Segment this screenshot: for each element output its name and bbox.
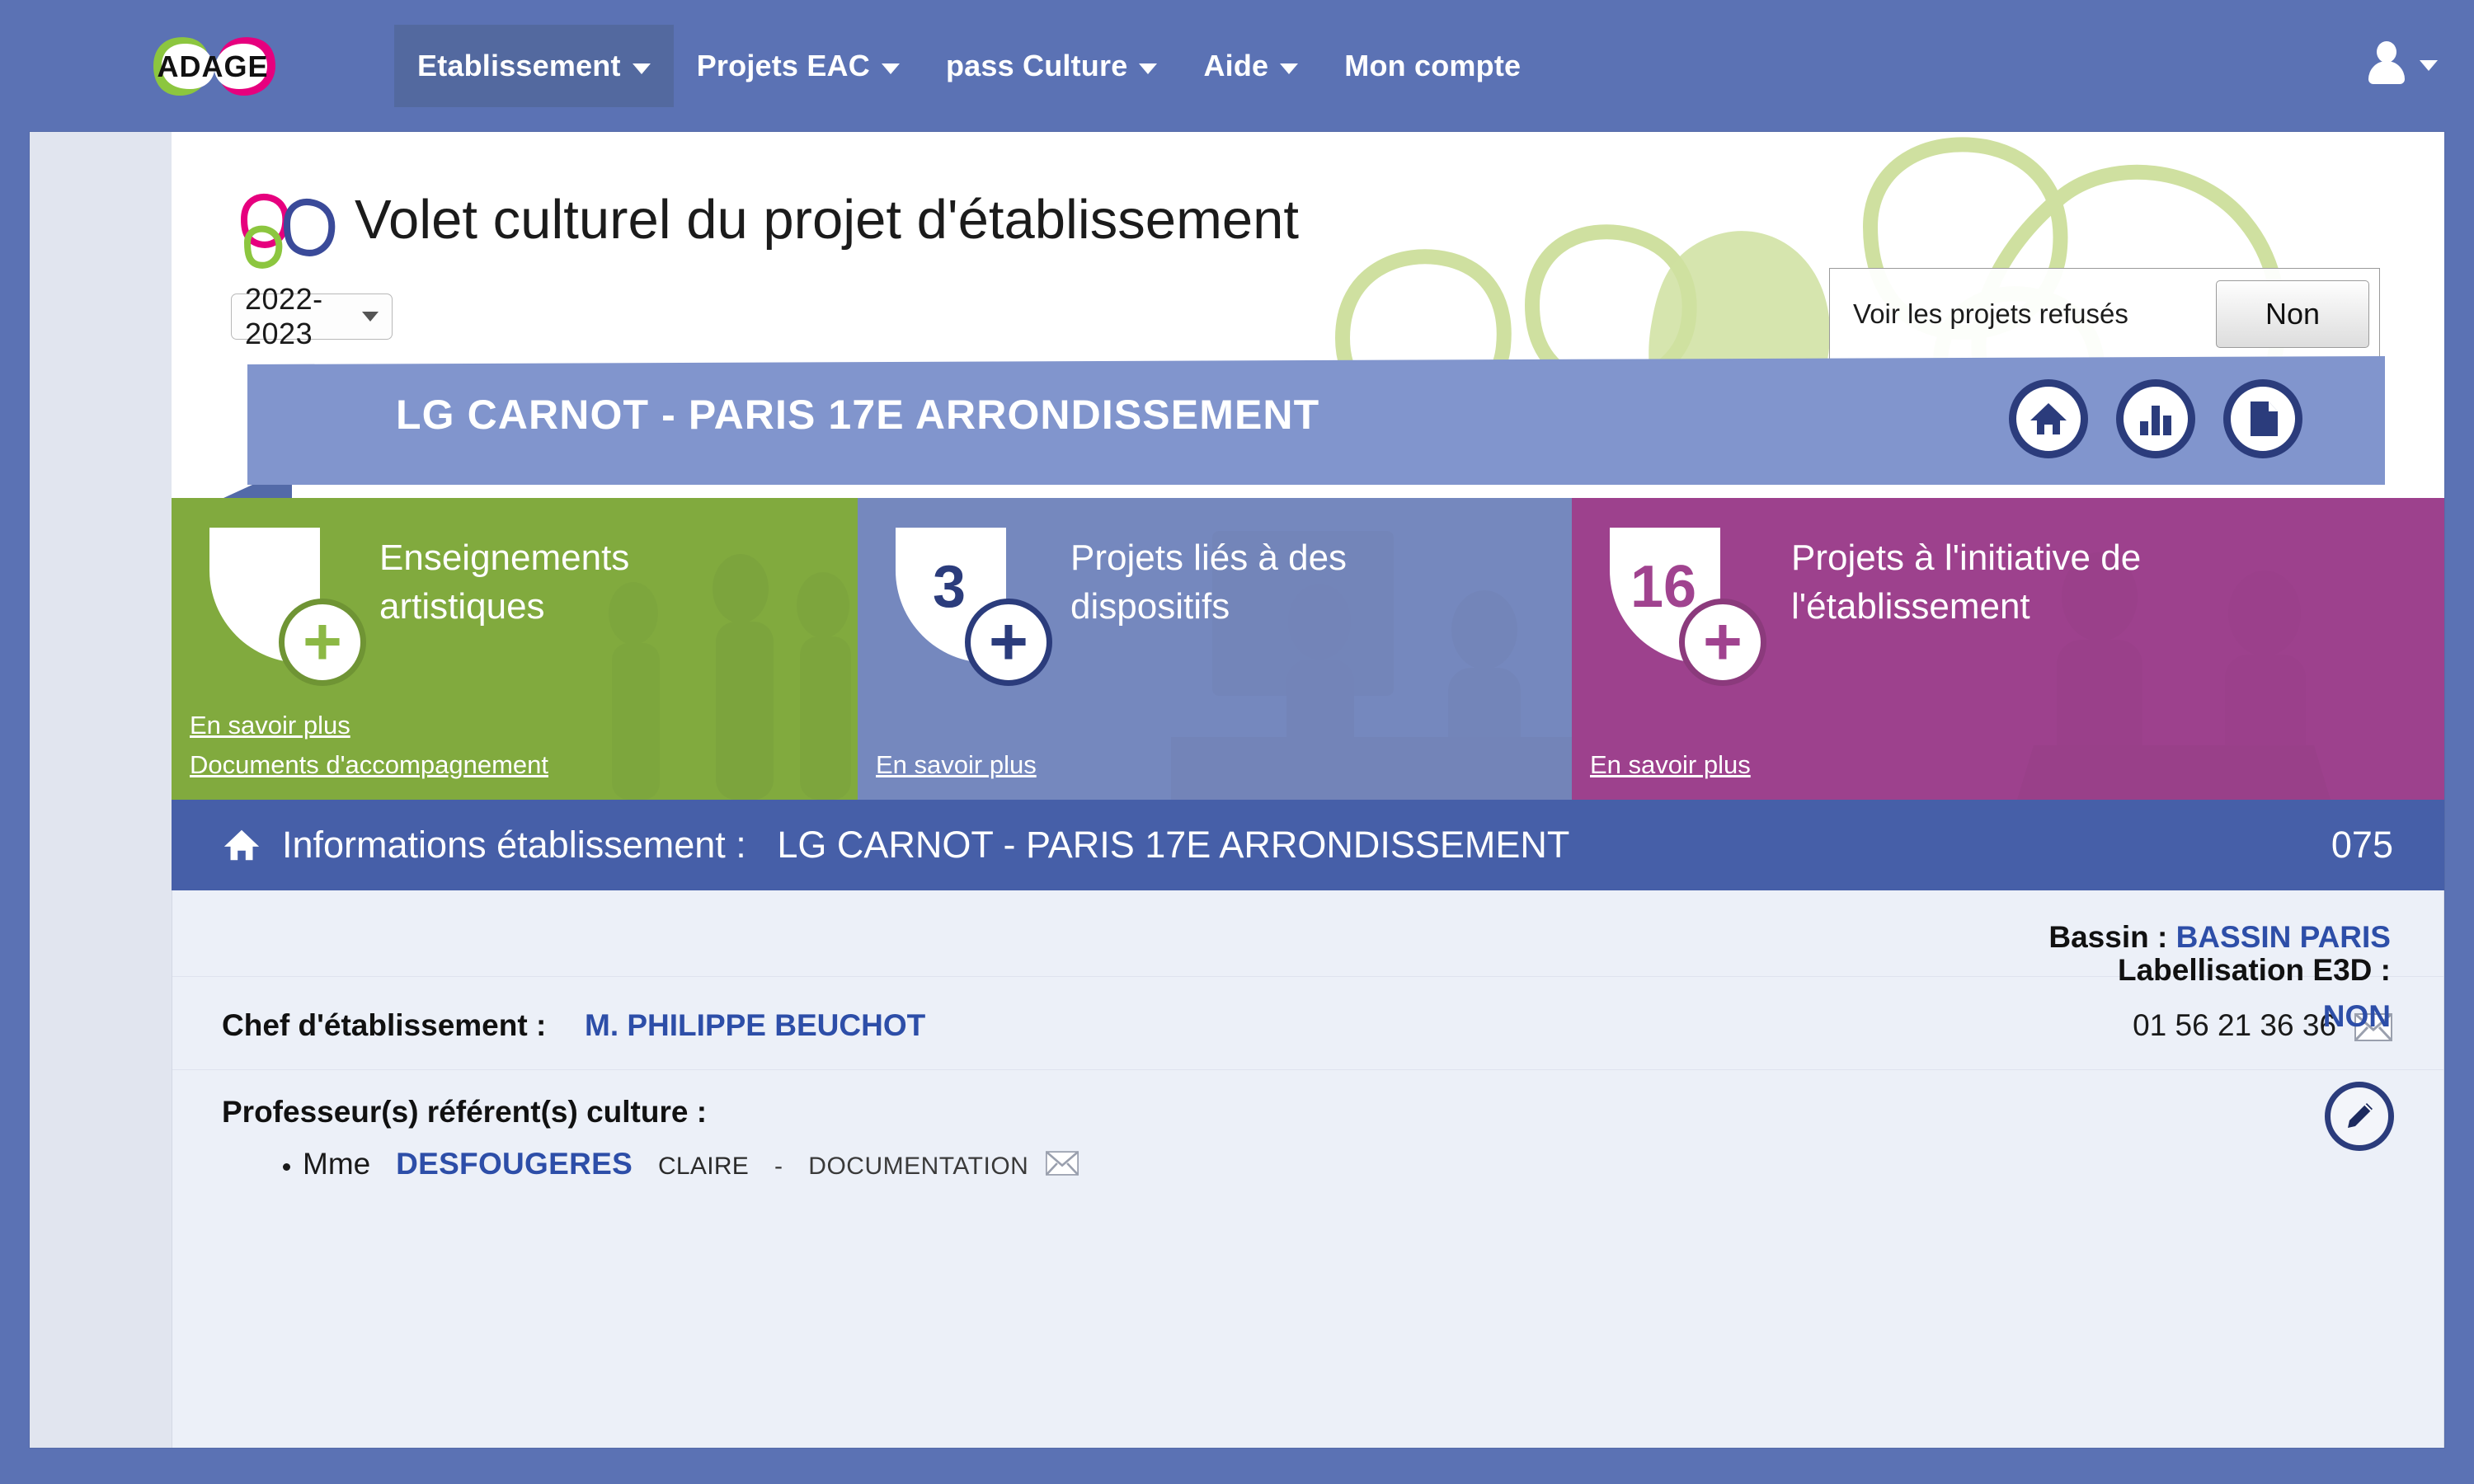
professeur-separator: - <box>774 1153 783 1180</box>
card-link-documents-accompagnement[interactable]: Documents d'accompagnement <box>190 750 548 780</box>
labellisation-e3d-label: Labellisation E3D : <box>2117 953 2391 987</box>
school-year-value: 2022-2023 <box>245 282 323 350</box>
bassin-value: BASSIN PARIS <box>2175 920 2391 954</box>
professeur-first-name: CLAIRE <box>657 1153 750 1180</box>
row-bassin: Bassin : BASSIN PARIS <box>172 890 2443 977</box>
nav-item-label: Etablissement <box>417 49 621 82</box>
page-left-gutter <box>30 132 172 1448</box>
list-item: Mme DESFOUGERES CLAIRE - DOCUMENTATION <box>303 1146 1079 1184</box>
add-enseignement-button[interactable]: + <box>279 599 366 686</box>
project-cards: + Enseignements artistiques En savoir pl… <box>172 498 2444 800</box>
establishment-info-header: Informations établissement : LG CARNOT -… <box>172 800 2444 890</box>
show-refused-projects-label: Voir les projets refusés <box>1853 298 2128 329</box>
volet-culturel-logo <box>240 194 336 269</box>
ribbon-establishment-name: LG CARNOT - PARIS 17E ARRONDISSEMENT <box>396 392 1320 438</box>
top-navigation-bar: ADAGE Etablissement Projets EAC pass Cul… <box>0 0 2474 132</box>
card-link-en-savoir-plus[interactable]: En savoir plus <box>1590 750 1751 780</box>
chevron-down-icon <box>1280 63 1299 74</box>
nav-item-aide[interactable]: Aide <box>1180 25 1321 107</box>
card-title: Projets à l'initiative de l'établissemen… <box>1791 538 2142 627</box>
professeurs-list: Mme DESFOUGERES CLAIRE - DOCUMENTATION <box>263 1146 1079 1184</box>
card-link-en-savoir-plus[interactable]: En savoir plus <box>876 750 1037 780</box>
bassin-field: Bassin : BASSIN PARIS <box>2048 920 2391 955</box>
adage-logo[interactable]: ADAGE <box>139 30 287 102</box>
nav-menu: Etablissement Projets EAC pass Culture A… <box>394 25 1544 107</box>
chef-phone: 01 56 21 36 36 <box>2133 1008 2336 1042</box>
chef-label: Chef d'établissement : <box>222 1008 547 1042</box>
card-badge: 16 + <box>1610 528 1766 686</box>
card-link-en-savoir-plus[interactable]: En savoir plus <box>190 711 548 740</box>
statistics-button[interactable] <box>2116 379 2195 458</box>
document-button[interactable] <box>2223 379 2302 458</box>
card-links: En savoir plus <box>876 750 1037 780</box>
card-badge: + <box>209 528 366 686</box>
info-bar-establishment: LG CARNOT - PARIS 17E ARRONDISSEMENT <box>777 824 1570 866</box>
nav-item-projets-eac[interactable]: Projets EAC <box>674 25 923 107</box>
bassin-label: Bassin : <box>2048 920 2168 954</box>
svg-text:ADAGE: ADAGE <box>157 49 268 83</box>
chevron-down-icon <box>362 312 379 322</box>
establishment-details-panel: Bassin : BASSIN PARIS Chef d'établisseme… <box>172 890 2444 1448</box>
show-refused-projects-panel: Voir les projets refusés Non <box>1829 268 2380 360</box>
establishment-code: 075 <box>2331 824 2393 866</box>
home-icon <box>221 824 262 866</box>
bar-chart-icon <box>2140 406 2171 435</box>
professeur-discipline: DOCUMENTATION <box>808 1153 1029 1180</box>
chevron-down-icon <box>2420 59 2438 71</box>
user-icon <box>2367 40 2406 86</box>
establishment-ribbon: LG CARNOT - PARIS 17E ARRONDISSEMENT <box>172 356 2444 503</box>
home-button[interactable] <box>2009 379 2088 458</box>
show-refused-projects-toggle[interactable]: Non <box>2216 280 2369 348</box>
chevron-down-icon <box>881 63 900 74</box>
nav-item-label: Aide <box>1203 49 1269 82</box>
info-bar-prefix: Informations établissement : <box>282 824 746 866</box>
card-enseignements-artistiques[interactable]: + Enseignements artistiques En savoir pl… <box>172 498 858 800</box>
nav-item-label: Mon compte <box>1344 49 1522 82</box>
app-screen: ADAGE Etablissement Projets EAC pass Cul… <box>0 0 2474 1484</box>
nav-item-label: Projets EAC <box>696 49 870 82</box>
card-links: En savoir plus Documents d'accompagnemen… <box>190 711 548 780</box>
chevron-down-icon <box>1139 63 1158 74</box>
card-projets-initiative[interactable]: 16 + Projets à l'initiative de l'établis… <box>1572 498 2444 800</box>
professeur-last-name: DESFOUGERES <box>396 1147 633 1181</box>
labellisation-e3d-value: NON <box>2322 999 2391 1033</box>
ribbon-band: LG CARNOT - PARIS 17E ARRONDISSEMENT <box>247 356 2385 485</box>
add-projet-dispositif-button[interactable]: + <box>965 599 1052 686</box>
envelope-icon[interactable] <box>1045 1148 1079 1184</box>
chef-value: M. PHILIPPE BEUCHOT <box>585 1008 926 1042</box>
add-projet-initiative-button[interactable]: + <box>1679 599 1766 686</box>
home-icon <box>2030 403 2067 434</box>
document-icon <box>2251 402 2278 436</box>
card-title: Projets liés à des dispositifs <box>1070 538 1348 627</box>
professeur-civility: Mme <box>303 1147 371 1181</box>
chevron-down-icon <box>632 63 651 74</box>
info-bar-label: Informations établissement : LG CARNOT -… <box>282 824 1569 866</box>
nav-item-mon-compte[interactable]: Mon compte <box>1321 25 1544 107</box>
card-links: En savoir plus <box>1590 750 1751 780</box>
professeurs-label: Professeur(s) référent(s) culture : <box>222 1095 708 1129</box>
ribbon-action-buttons <box>2009 379 2302 458</box>
user-menu-button[interactable] <box>2367 40 2438 86</box>
nav-item-pass-culture[interactable]: pass Culture <box>923 25 1180 107</box>
card-projets-dispositifs[interactable]: 3 + Projets liés à des dispositifs En sa… <box>858 498 1572 800</box>
nav-item-etablissement[interactable]: Etablissement <box>394 25 674 107</box>
pencil-icon <box>2348 1103 2373 1128</box>
edit-establishment-button[interactable] <box>2325 1082 2394 1151</box>
row-professeurs-referents: Professeur(s) référent(s) culture : Mme … <box>172 953 2443 1210</box>
page-content: Volet culturel du projet d'établissement… <box>172 132 2444 1448</box>
page-container: Volet culturel du projet d'établissement… <box>30 132 2444 1448</box>
school-year-select[interactable]: 2022-2023 <box>231 282 393 350</box>
card-badge: 3 + <box>896 528 1052 686</box>
nav-item-label: pass Culture <box>945 49 1128 82</box>
card-title: Enseignements artistiques <box>379 538 630 627</box>
page-title: Volet culturel du projet d'établissement <box>355 189 1300 251</box>
row-chef-etablissement: Chef d'établissement : M. PHILIPPE BEUCH… <box>172 977 2443 1070</box>
